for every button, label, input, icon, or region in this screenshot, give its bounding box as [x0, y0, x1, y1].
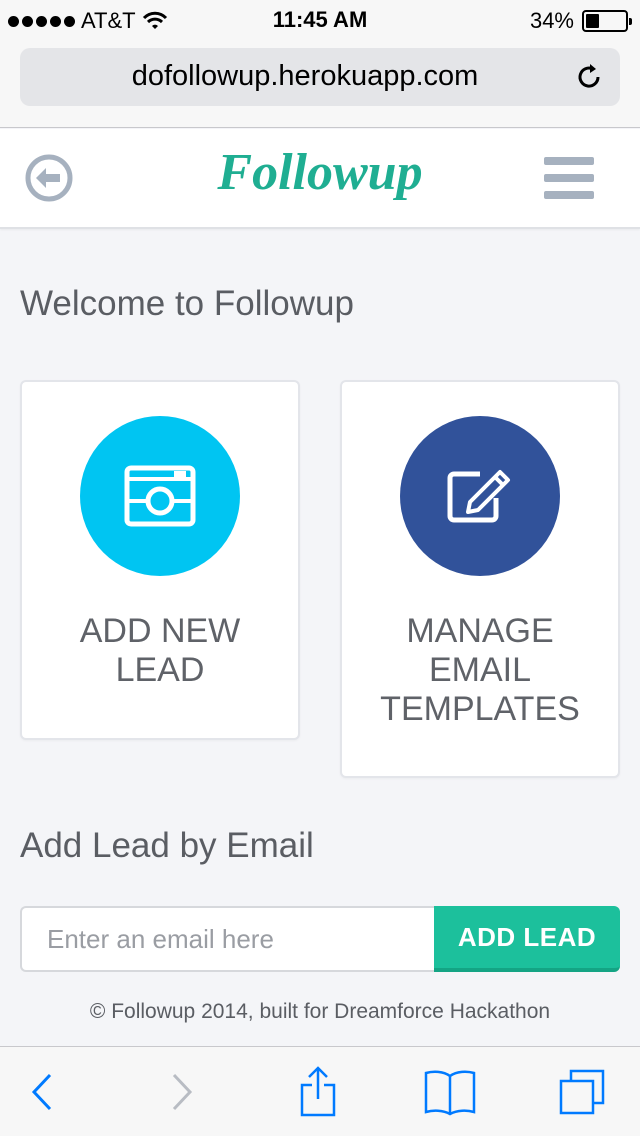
add-lead-by-email-heading: Add Lead by Email [20, 826, 314, 865]
add-new-lead-label: ADD NEW LEAD [79, 612, 241, 689]
share-icon [300, 1066, 336, 1117]
browser-back-button[interactable] [12, 1067, 72, 1117]
book-icon [424, 1070, 476, 1116]
url-text[interactable]: dofollowup.herokuapp.com [20, 60, 560, 93]
tabs-icon [559, 1069, 605, 1115]
tabs-button[interactable] [552, 1067, 612, 1117]
battery-fill [586, 14, 599, 28]
status-bar: AT&T 11:45 AM 34% [0, 0, 640, 40]
browser-forward-button[interactable] [152, 1067, 212, 1117]
footer-text: © Followup 2014, built for Dreamforce Ha… [89, 1000, 551, 1023]
bookmarks-button[interactable] [420, 1067, 480, 1117]
address-bar[interactable]: dofollowup.herokuapp.com [20, 48, 620, 106]
email-input[interactable] [20, 906, 434, 972]
add-lead-button[interactable]: ADD LEAD [434, 906, 620, 972]
manage-email-templates-label: MANAGE EMAIL TEMPLATES [380, 612, 580, 728]
edit-pencil-icon [447, 470, 510, 523]
battery-percent: 34% [529, 8, 574, 33]
add-lead-icon-circle [80, 416, 240, 576]
manage-templates-icon-circle [400, 416, 560, 576]
status-right: 34% [529, 8, 632, 34]
battery-icon [582, 10, 632, 32]
page-title: Welcome to Followup [20, 284, 354, 323]
share-button[interactable] [288, 1066, 348, 1117]
camera-icon [124, 465, 196, 527]
browser-address-area: dofollowup.herokuapp.com [0, 40, 640, 128]
manage-email-templates-card[interactable]: MANAGE EMAIL TEMPLATES [340, 380, 620, 778]
app-header: Followup [0, 129, 640, 229]
chevron-right-icon [172, 1073, 193, 1111]
reload-icon[interactable] [574, 62, 604, 92]
browser-toolbar [0, 1046, 640, 1136]
add-new-lead-card[interactable]: ADD NEW LEAD [20, 380, 300, 740]
chevron-left-icon [31, 1073, 52, 1111]
hamburger-menu-icon[interactable] [544, 157, 594, 199]
